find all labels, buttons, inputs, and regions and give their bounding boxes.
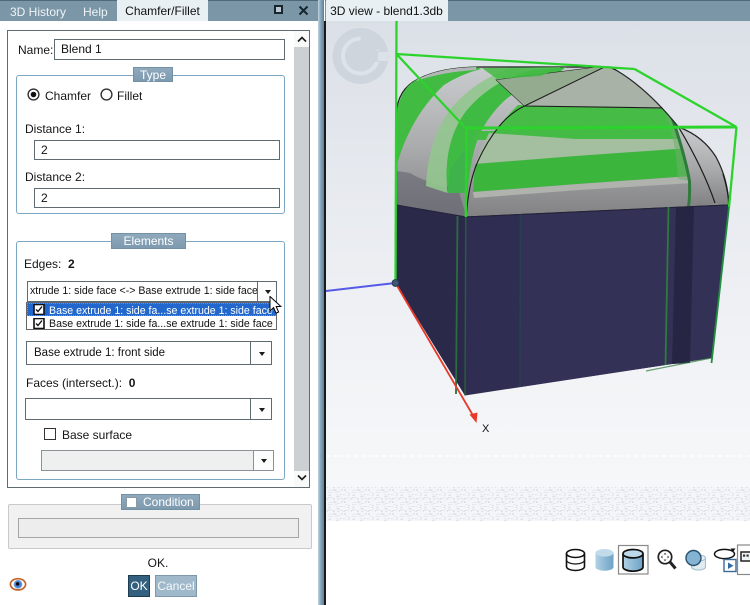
svg-text:X: X: [482, 423, 490, 435]
